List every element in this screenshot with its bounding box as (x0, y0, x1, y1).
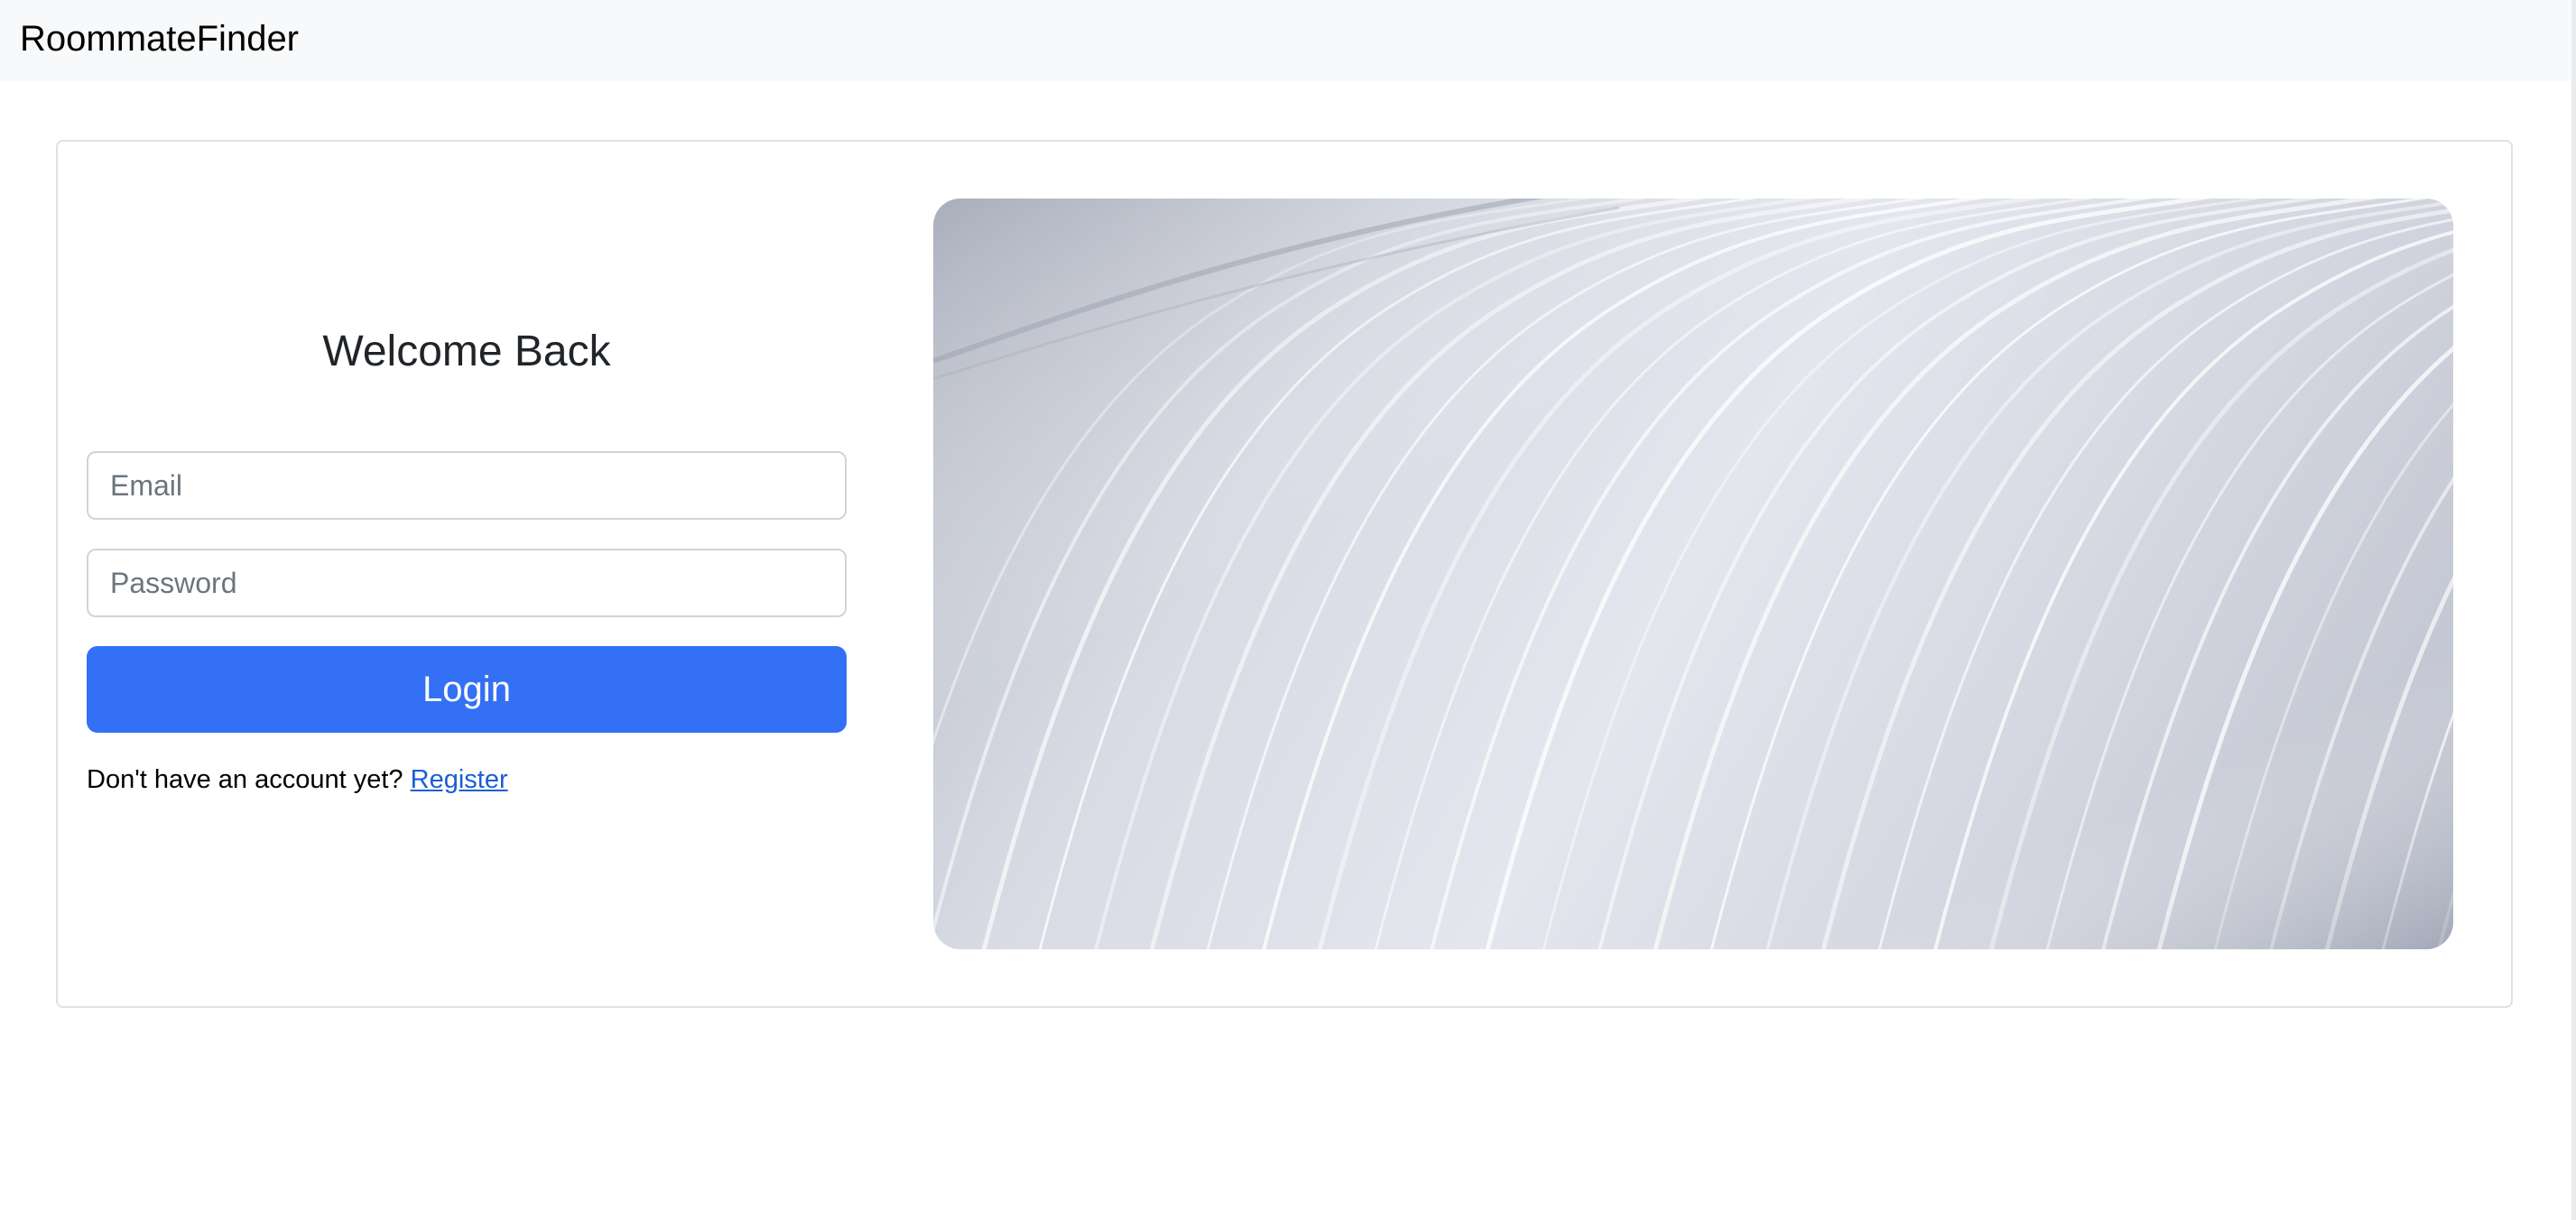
wave-lines-graphic (933, 199, 2453, 949)
brand-link[interactable]: RoommateFinder (20, 16, 299, 61)
login-title: Welcome Back (322, 328, 611, 375)
scrollbar-track[interactable] (2571, 0, 2576, 1220)
email-field[interactable] (87, 451, 847, 520)
register-link[interactable]: Register (411, 765, 508, 794)
login-button[interactable]: Login (87, 646, 847, 733)
top-navbar: RoommateFinder (0, 0, 2571, 81)
register-prompt-line: Don't have an account yet? Register (87, 762, 508, 798)
register-prompt-text: Don't have an account yet? (87, 765, 403, 794)
password-field[interactable] (87, 549, 847, 617)
hero-image (933, 199, 2453, 949)
